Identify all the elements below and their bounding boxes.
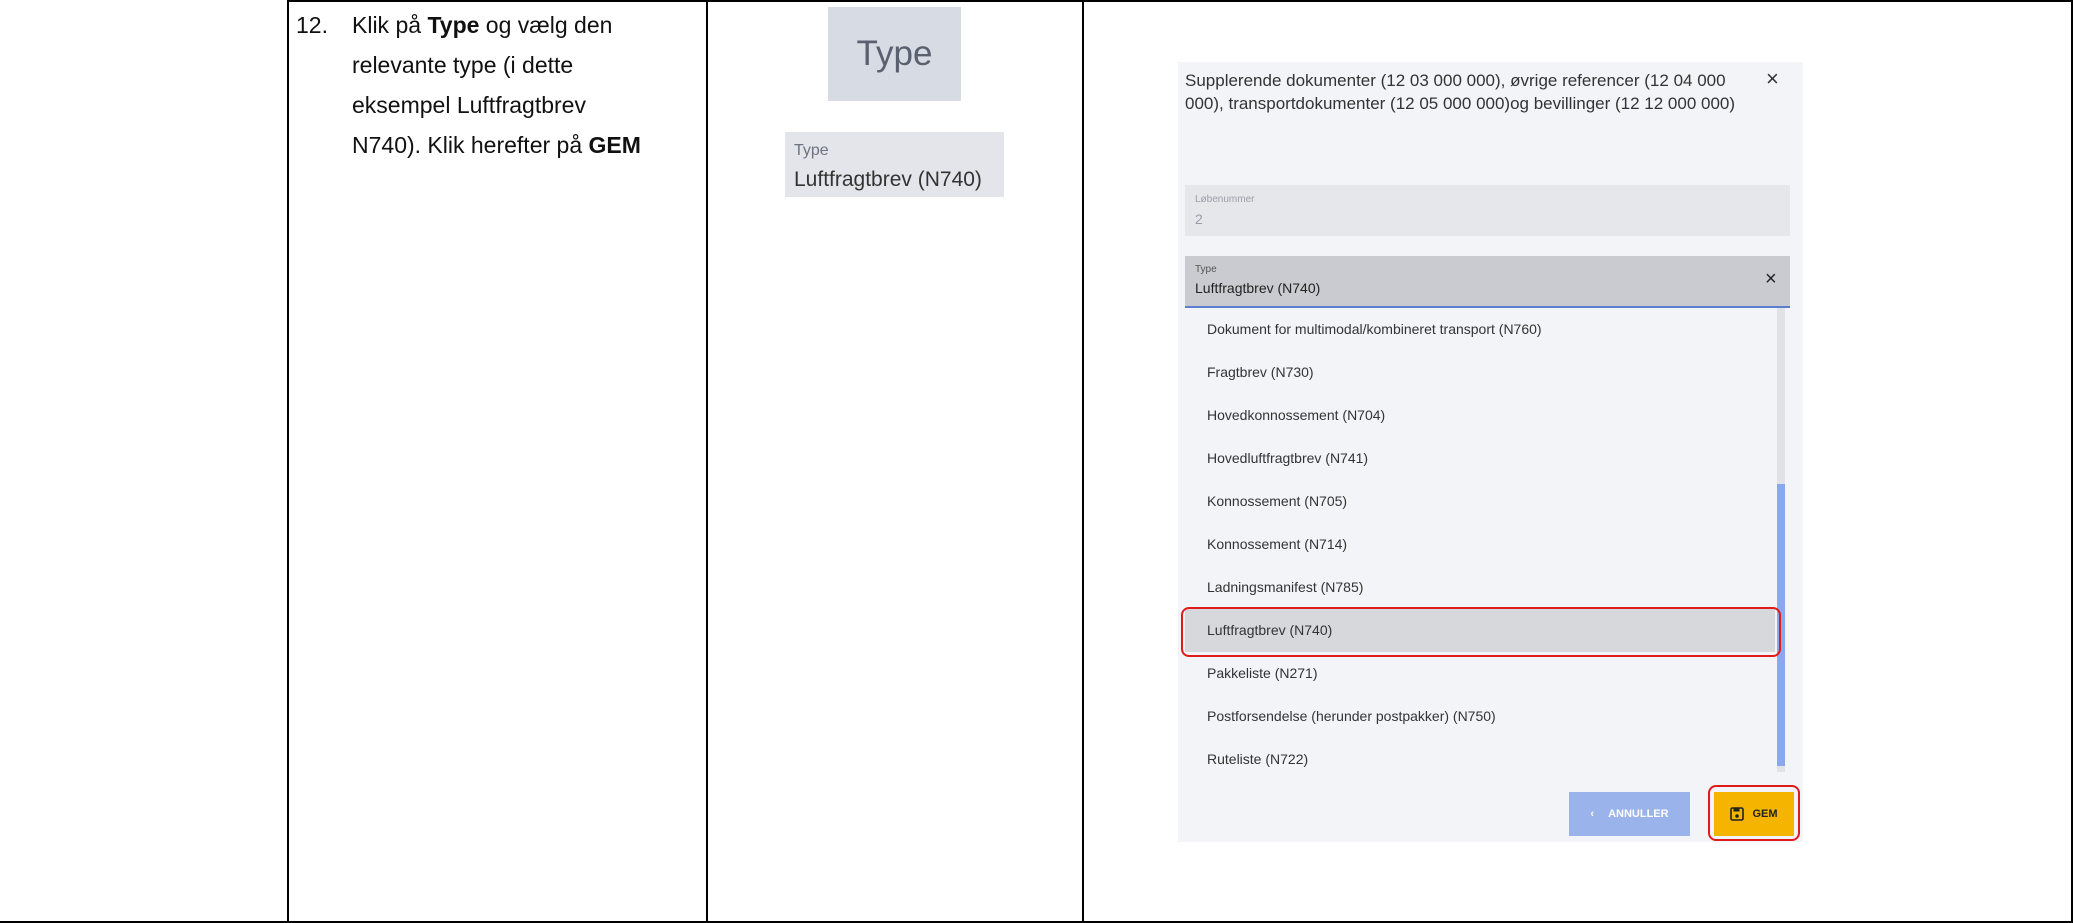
close-icon[interactable]: × xyxy=(1766,66,1779,92)
step-line-3: eksempel Luftfragtbrev xyxy=(352,92,586,118)
sequence-number-field: Løbenummer 2 xyxy=(1185,185,1790,236)
step-line-4: N740). Klik herefter på GEM xyxy=(352,132,641,158)
type-dropdown-list: Dokument for multimodal/kombineret trans… xyxy=(1180,308,1780,772)
type-button-snippet: Type xyxy=(828,7,961,101)
table-row-border-top xyxy=(287,0,2073,2)
step-line-2: relevante type (i dette xyxy=(352,52,574,78)
documents-dialog: Supplerende dokumenter (12 03 000 000), … xyxy=(1178,62,1803,842)
save-button[interactable]: GEM xyxy=(1714,792,1794,836)
dropdown-option[interactable]: Pakkeliste (N271) xyxy=(1185,652,1775,695)
dropdown-option[interactable]: Hovedluftfragtbrev (N741) xyxy=(1185,437,1775,480)
dropdown-option[interactable]: Ladningsmanifest (N785) xyxy=(1185,566,1775,609)
step-number: 12. xyxy=(296,12,328,38)
table-border-2 xyxy=(706,0,708,923)
table-border-3 xyxy=(1082,0,1084,923)
cancel-button[interactable]: ‹ ANNULLER xyxy=(1569,792,1690,836)
dropdown-option[interactable]: Konnossement (N714) xyxy=(1185,523,1775,566)
type-field-snippet-value: Luftfragtbrev (N740) xyxy=(794,168,982,191)
dropdown-option-selected[interactable]: Luftfragtbrev (N740) xyxy=(1185,609,1775,652)
dropdown-option[interactable]: Dokument for multimodal/kombineret trans… xyxy=(1185,308,1775,351)
step-line-1: Klik på Type og vælg den xyxy=(352,12,613,38)
chevron-left-icon: ‹ xyxy=(1590,808,1595,820)
type-field-snippet-label: Type xyxy=(794,142,829,159)
type-select-label: Type xyxy=(1195,264,1217,275)
dropdown-option[interactable]: Fragtbrev (N730) xyxy=(1185,351,1775,394)
table-border-left xyxy=(287,0,289,923)
cancel-button-label: ANNULLER xyxy=(1608,808,1669,820)
type-select[interactable]: Type Luftfragtbrev (N740) × xyxy=(1185,256,1790,308)
table-row-border-bottom xyxy=(0,921,2073,923)
type-field-snippet: Type Luftfragtbrev (N740) xyxy=(785,132,1004,197)
clear-icon[interactable]: × xyxy=(1765,268,1777,291)
save-button-label: GEM xyxy=(1752,808,1778,820)
dropdown-option[interactable]: Konnossement (N705) xyxy=(1185,480,1775,523)
table-border-right xyxy=(2071,0,2073,923)
type-select-value: Luftfragtbrev (N740) xyxy=(1195,280,1321,296)
floppy-disk-icon xyxy=(1730,807,1745,821)
dialog-title: Supplerende dokumenter (12 03 000 000), … xyxy=(1185,71,1736,113)
dropdown-option[interactable]: Postforsendelse (herunder postpakker) (N… xyxy=(1185,695,1775,738)
sequence-number-label: Løbenummer xyxy=(1195,194,1255,205)
dropdown-option[interactable]: Ruteliste (N722) xyxy=(1185,738,1775,772)
sequence-number-value: 2 xyxy=(1195,211,1203,227)
dropdown-scrollbar-thumb[interactable] xyxy=(1777,484,1785,766)
dropdown-option[interactable]: Hovedkonnossement (N704) xyxy=(1185,394,1775,437)
